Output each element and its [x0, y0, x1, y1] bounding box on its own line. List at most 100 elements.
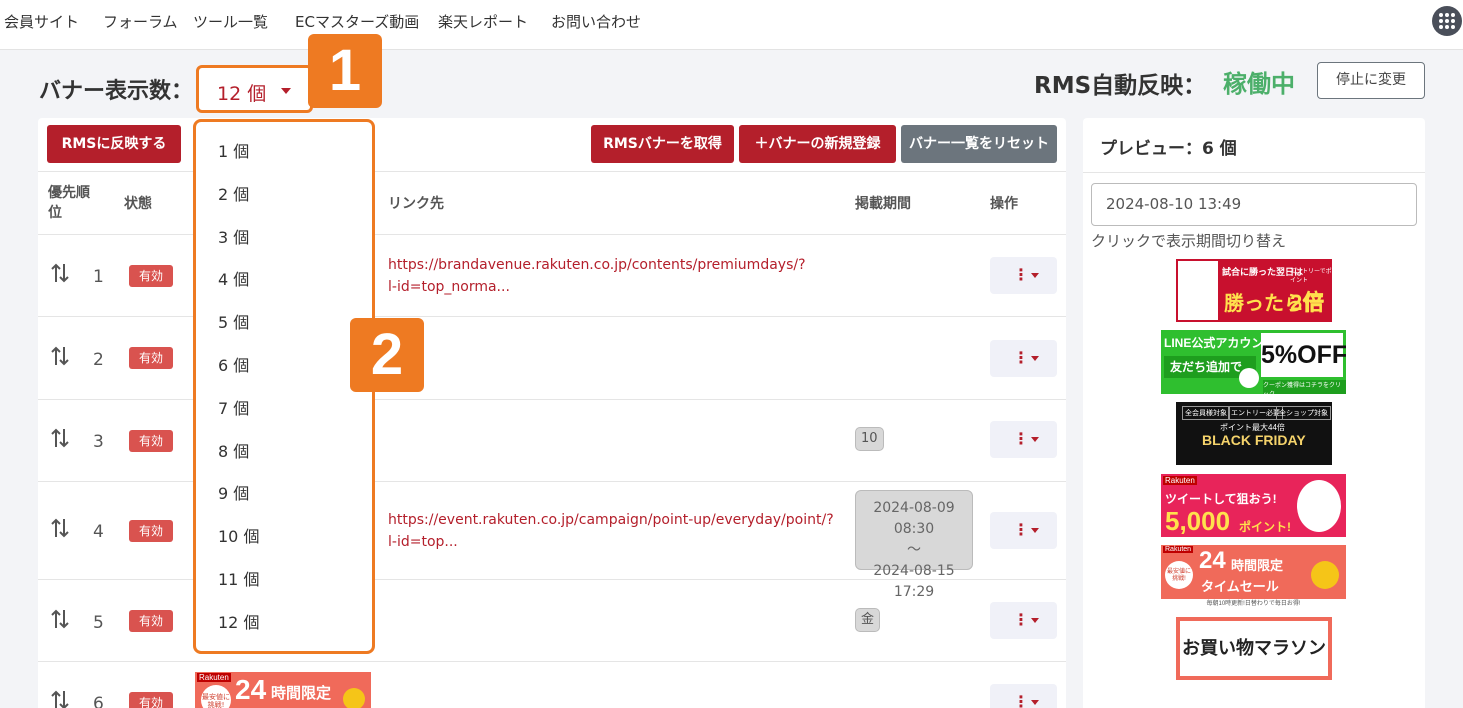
reflect-rms-button[interactable]: RMSに反映する	[47, 125, 181, 163]
col-header-priority: 優先順 位	[48, 185, 90, 221]
dropdown-option-3[interactable]: 3 個	[218, 224, 249, 248]
nav-item-forum[interactable]: フォーラム	[103, 11, 178, 32]
reorder-arrows-icon[interactable]	[51, 608, 69, 630]
dropdown-option-7[interactable]: 7 個	[218, 395, 249, 419]
dropdown-option-4[interactable]: 4 個	[218, 266, 249, 290]
caret-down-icon	[1031, 437, 1039, 442]
banner-text: エントリーでポイント	[1290, 269, 1332, 284]
banner-text: お買い物マラソン	[1182, 638, 1326, 658]
preview-date-input[interactable]: 2024-08-10 13:49	[1091, 183, 1417, 226]
dropdown-option-11[interactable]: 11 個	[218, 566, 259, 590]
preview-banner[interactable]: 試合に勝った翌日は エントリーでポイント 勝ったら倍 2倍	[1176, 259, 1332, 322]
banner-text: 全会員様対象	[1182, 406, 1230, 420]
stop-button[interactable]: 停止に変更	[1317, 62, 1425, 99]
reorder-arrows-icon[interactable]	[51, 345, 69, 367]
panda-mascot-icon	[1297, 480, 1341, 532]
nav-item-contact[interactable]: お問い合わせ	[551, 11, 641, 32]
reset-banner-list-button[interactable]: バナー一覧をリセット	[901, 125, 1057, 163]
status-badge: 有効	[129, 265, 173, 287]
dropdown-option-9[interactable]: 9 個	[218, 480, 249, 504]
banner-text: ポイント!	[1239, 520, 1291, 534]
grid-apps-icon[interactable]	[1432, 6, 1462, 36]
row-rank: 5	[93, 613, 104, 633]
row-actions-button[interactable]: ⋮	[990, 512, 1057, 549]
dropdown-option-8[interactable]: 8 個	[218, 438, 249, 462]
preview-banner[interactable]: LINE公式アカウント 友だち追加で 5%OFF クーポン獲得はコチラをクリック	[1161, 330, 1346, 394]
kebab-icon: ⋮	[1013, 520, 1029, 539]
banner-text: 2倍	[1290, 290, 1325, 315]
row-actions-button[interactable]: ⋮	[990, 684, 1057, 708]
row-actions-button[interactable]: ⋮	[990, 340, 1057, 377]
thumb-sub-text: 最安値に挑戦!	[201, 685, 231, 708]
clock-icon	[1311, 561, 1339, 589]
row-rank: 2	[93, 350, 104, 370]
clock-icon	[343, 688, 365, 708]
thumb-big-number: 24	[235, 674, 267, 705]
dropdown-option-2[interactable]: 2 個	[218, 181, 249, 205]
period-end: 2024-08-15 17:29	[873, 563, 955, 600]
nav-item-tools[interactable]: ツール一覧	[193, 11, 268, 32]
status-badge: 有効	[129, 347, 173, 369]
col-header-period: 掲載期間	[855, 196, 911, 212]
caret-down-icon	[1031, 618, 1039, 623]
banner-text: 時間限定	[1231, 558, 1284, 573]
preview-banner[interactable]: Rakuten ツイートして狙おう! 5,000 ポイント!	[1161, 474, 1346, 537]
dropdown-option-6[interactable]: 6 個	[218, 352, 249, 376]
banner-thumbnail: Rakuten 最安値に挑戦! 24 時間限定	[195, 672, 371, 708]
dropdown-option-12[interactable]: 12 個	[218, 609, 259, 633]
top-navbar: 会員サイト フォーラム ツール一覧 ECマスターズ動画 楽天レポート お問い合わ…	[0, 0, 1463, 50]
nav-item-member-site[interactable]: 会員サイト	[4, 11, 79, 32]
rms-auto-status: 稼働中	[1223, 70, 1295, 98]
banner-count-label: バナー表示数：	[39, 79, 194, 104]
kebab-icon: ⋮	[1013, 429, 1029, 448]
col-header-ops: 操作	[990, 196, 1018, 212]
banner-count-value: 12 個	[217, 83, 267, 105]
preview-banner[interactable]: Rakuten 最安値に挑戦! 24 時間限定 タイムセール 毎朝10時更新!日…	[1161, 545, 1346, 609]
preview-banner[interactable]: 全会員様対象 エントリー必要 全ショップ対象 ポイント最大44倍 BLACK F…	[1176, 402, 1332, 465]
rakuten-logo-text: Rakuten	[1163, 546, 1194, 553]
new-banner-button[interactable]: ＋バナーの新規登録	[739, 125, 896, 163]
nav-item-rakuten-report[interactable]: 楽天レポート	[438, 11, 528, 32]
preview-banner[interactable]: お買い物マラソン	[1176, 617, 1332, 680]
status-badge: 有効	[129, 520, 173, 542]
reorder-arrows-icon[interactable]	[51, 427, 69, 449]
row-actions-button[interactable]: ⋮	[990, 602, 1057, 639]
reorder-arrows-icon[interactable]	[51, 262, 69, 284]
dropdown-option-1[interactable]: 1 個	[218, 138, 249, 162]
col-header-status: 状態	[124, 196, 152, 212]
banner-count-select[interactable]: 12 個	[196, 65, 313, 113]
row-rank: 6	[93, 694, 104, 708]
period-range: 2024-08-09 08:30 ～ 2024-08-15 17:29	[855, 490, 973, 600]
caret-down-icon	[1031, 528, 1039, 533]
caret-down-icon	[281, 88, 291, 94]
banner-count-dropdown: 1 個 2 個 3 個 4 個 5 個 6 個 7 個 8 個 9 個 10 個…	[193, 119, 375, 654]
rakuten-logo-text: Rakuten	[1163, 476, 1197, 485]
banner-text: エントリー必要	[1228, 406, 1283, 420]
status-badge: 有効	[129, 610, 173, 632]
banner-text: 5%OFF	[1261, 333, 1346, 377]
preview-title: プレビュー：6 個	[1100, 139, 1237, 159]
row-actions-button[interactable]: ⋮	[990, 257, 1057, 294]
row-link[interactable]: https://event.rakuten.co.jp/campaign/poi…	[388, 509, 838, 553]
reorder-arrows-icon[interactable]	[51, 689, 69, 708]
kebab-icon: ⋮	[1013, 610, 1029, 629]
status-badge: 有効	[129, 430, 173, 452]
nav-item-videos[interactable]: ECマスターズ動画	[295, 11, 419, 32]
banner-text: 5,000	[1165, 506, 1231, 536]
divider	[1083, 172, 1425, 173]
reorder-arrows-icon[interactable]	[51, 517, 69, 539]
row-link[interactable]: https://brandavenue.rakuten.co.jp/conten…	[388, 254, 808, 298]
period-start: 2024-08-09 08:30	[873, 500, 955, 537]
banner-text: タイムセール	[1201, 579, 1279, 594]
step-marker-2: 2	[350, 318, 424, 392]
divider	[38, 661, 1066, 662]
period-chip: 金	[855, 608, 881, 632]
banner-text: BLACK FRIDAY	[1202, 432, 1306, 448]
row-rank: 4	[93, 522, 104, 542]
caret-down-icon	[1031, 700, 1039, 705]
col-header-link: リンク先	[388, 196, 444, 212]
fetch-rms-banner-button[interactable]: RMSバナーを取得	[591, 125, 734, 163]
dropdown-option-5[interactable]: 5 個	[218, 309, 249, 333]
dropdown-option-10[interactable]: 10 個	[218, 523, 259, 547]
row-actions-button[interactable]: ⋮	[990, 421, 1057, 458]
